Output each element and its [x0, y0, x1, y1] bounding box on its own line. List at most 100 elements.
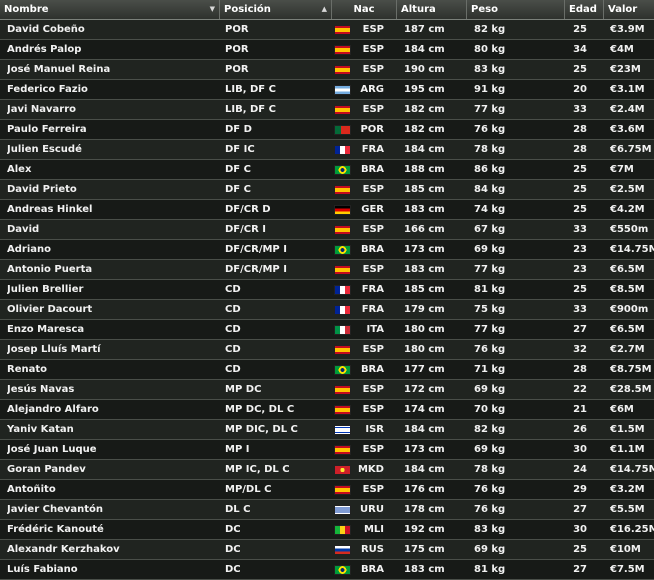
- player-name[interactable]: Andrés Palop: [7, 40, 217, 59]
- player-value: €900m: [610, 304, 649, 315]
- column-header-value-label: Valor: [608, 4, 638, 15]
- column-header-position[interactable]: Posición ▲: [220, 0, 332, 19]
- player-value: €10M: [610, 544, 641, 555]
- player-name[interactable]: Josep Lluís Martí: [7, 340, 217, 359]
- table-row[interactable]: Alexandr Kerzhakov DC RUS 175 cm 69 kg 25 €10M: [0, 540, 654, 560]
- table-row[interactable]: Yaniv Katan MP DIC, DL C ISR 184 cm 82 kg 26 €…: [0, 420, 654, 440]
- column-header-position-label: Posición: [224, 4, 271, 15]
- player-name[interactable]: David Prieto: [7, 180, 217, 199]
- player-name[interactable]: Adriano: [7, 240, 217, 259]
- column-header-name[interactable]: Nombre ▼: [0, 0, 220, 19]
- flag-icon-fill: [335, 446, 350, 454]
- table-row[interactable]: Luís Fabiano DC BRA 183 cm 81 kg 27 €7.5M: [0, 560, 654, 580]
- player-weight: 78 kg: [474, 144, 506, 155]
- table-row[interactable]: Enzo Maresca CD ITA 180 cm 77 kg 27 €6.5M: [0, 320, 654, 340]
- table-row[interactable]: Antonio Puerta DF/CR/MP I ESP 183 cm 77 kg 23…: [0, 260, 654, 280]
- column-header-height[interactable]: Altura: [397, 0, 467, 19]
- player-name[interactable]: David: [7, 220, 217, 239]
- flag-icon-fill: [335, 106, 350, 114]
- column-header-weight[interactable]: Peso: [467, 0, 565, 19]
- player-weight: 78 kg: [474, 464, 506, 475]
- player-position: POR: [225, 64, 249, 75]
- table-row[interactable]: José Manuel Reina POR ESP 190 cm 83 kg 25 €23M: [0, 60, 654, 80]
- player-name[interactable]: Alejandro Alfaro: [7, 400, 217, 419]
- player-name[interactable]: Alex: [7, 160, 217, 179]
- player-name[interactable]: José Manuel Reina: [7, 60, 217, 79]
- table-row[interactable]: David Cobeño POR ESP 187 cm 82 kg 25 €3.9M: [0, 20, 654, 40]
- flag-icon: [334, 165, 351, 175]
- flag-icon: [334, 25, 351, 35]
- table-row[interactable]: David DF/CR I ESP 166 cm 67 kg 33 €550m: [0, 220, 654, 240]
- player-position: DF IC: [225, 144, 255, 155]
- table-row[interactable]: Javier Chevantón DL C URU 178 cm 76 kg 27 €5.5…: [0, 500, 654, 520]
- table-row[interactable]: Federico Fazio LIB, DF C ARG 195 cm 91 kg 20 €…: [0, 80, 654, 100]
- player-height: 184 cm: [404, 144, 445, 155]
- player-name[interactable]: Javi Navarro: [7, 100, 217, 119]
- flag-icon: [334, 385, 351, 395]
- table-row[interactable]: Julien Escudé DF IC FRA 184 cm 78 kg 28 €6.75M: [0, 140, 654, 160]
- table-row[interactable]: José Juan Luque MP I ESP 173 cm 69 kg 30 €1.1M: [0, 440, 654, 460]
- table-row[interactable]: Andreas Hinkel DF/CR D GER 183 cm 74 kg 25 €4.…: [0, 200, 654, 220]
- player-name[interactable]: Julien Escudé: [7, 140, 217, 159]
- table-row[interactable]: Andrés Palop POR ESP 184 cm 80 kg 34 €4M: [0, 40, 654, 60]
- player-name[interactable]: Antonio Puerta: [7, 260, 217, 279]
- player-nationality: FRA: [361, 144, 384, 155]
- player-name[interactable]: Yaniv Katan: [7, 420, 217, 439]
- table-row[interactable]: Adriano DF/CR/MP I BRA 173 cm 69 kg 23 €14.75M: [0, 240, 654, 260]
- player-position: MP I: [225, 444, 250, 455]
- player-name[interactable]: Enzo Maresca: [7, 320, 217, 339]
- player-height: 184 cm: [404, 464, 445, 475]
- player-position: LIB, DF C: [225, 104, 276, 115]
- player-position: DC: [225, 544, 241, 555]
- player-height: 185 cm: [404, 284, 445, 295]
- player-nationality: ESP: [362, 184, 384, 195]
- player-age: 30: [573, 524, 587, 535]
- player-age: 27: [573, 504, 587, 515]
- player-name[interactable]: Antoñito: [7, 480, 217, 499]
- player-weight: 82 kg: [474, 424, 506, 435]
- player-value: €550m: [610, 224, 649, 235]
- column-header-nationality[interactable]: Nac: [332, 0, 397, 19]
- player-name[interactable]: José Juan Luque: [7, 440, 217, 459]
- player-name[interactable]: Paulo Ferreira: [7, 120, 217, 139]
- player-value: €1.5M: [610, 424, 645, 435]
- player-name[interactable]: Andreas Hinkel: [7, 200, 217, 219]
- table-row[interactable]: Antoñito MP/DL C ESP 176 cm 76 kg 29 €3.2M: [0, 480, 654, 500]
- player-nationality: BRA: [360, 564, 384, 575]
- table-row[interactable]: Josep Lluís Martí CD ESP 180 cm 76 kg 32 €2.7M: [0, 340, 654, 360]
- table-row[interactable]: Paulo Ferreira DF D POR 182 cm 76 kg 28 €3.6M: [0, 120, 654, 140]
- table-row[interactable]: Julien Brellier CD FRA 185 cm 81 kg 25 €8.5M: [0, 280, 654, 300]
- player-name[interactable]: Javier Chevantón: [7, 500, 217, 519]
- flag-icon-fill: [335, 566, 350, 574]
- column-header-value[interactable]: Valor: [604, 0, 654, 19]
- player-height: 182 cm: [404, 104, 445, 115]
- player-name[interactable]: Goran Pandev: [7, 460, 217, 479]
- player-height: 174 cm: [404, 404, 445, 415]
- player-name[interactable]: Olivier Dacourt: [7, 300, 217, 319]
- table-row[interactable]: Renato CD BRA 177 cm 71 kg 28 €8.75M: [0, 360, 654, 380]
- player-name[interactable]: Renato: [7, 360, 217, 379]
- table-row[interactable]: Alex DF C BRA 188 cm 86 kg 25 €7M: [0, 160, 654, 180]
- table-row[interactable]: Goran Pandev MP IC, DL C MKD 184 cm 78 kg 24 €…: [0, 460, 654, 480]
- column-header-age[interactable]: Edad: [565, 0, 604, 19]
- table-row[interactable]: Frédéric Kanouté DC MLI 192 cm 83 kg 30 €16.25…: [0, 520, 654, 540]
- player-name[interactable]: Frédéric Kanouté: [7, 520, 217, 539]
- player-name[interactable]: David Cobeño: [7, 20, 217, 39]
- player-name[interactable]: Julien Brellier: [7, 280, 217, 299]
- player-name[interactable]: Federico Fazio: [7, 80, 217, 99]
- player-height: 173 cm: [404, 244, 445, 255]
- table-row[interactable]: Javi Navarro LIB, DF C ESP 182 cm 77 kg 33 €2.…: [0, 100, 654, 120]
- table-row[interactable]: Alejandro Alfaro MP DC, DL C ESP 174 cm 70 k…: [0, 400, 654, 420]
- table-row[interactable]: Olivier Dacourt CD FRA 179 cm 75 kg 33 €900m: [0, 300, 654, 320]
- table-row[interactable]: Jesús Navas MP DC ESP 172 cm 69 kg 22 €28.5M: [0, 380, 654, 400]
- player-position: MP IC, DL C: [225, 464, 290, 475]
- player-age: 32: [573, 344, 587, 355]
- player-name[interactable]: Jesús Navas: [7, 380, 217, 399]
- player-position: DF D: [225, 124, 252, 135]
- player-name[interactable]: Luís Fabiano: [7, 560, 217, 579]
- player-height: 177 cm: [404, 364, 445, 375]
- player-position: DC: [225, 564, 241, 575]
- chevron-down-icon: ▼: [209, 5, 215, 13]
- table-row[interactable]: David Prieto DF C ESP 185 cm 84 kg 25 €2.5M: [0, 180, 654, 200]
- player-name[interactable]: Alexandr Kerzhakov: [7, 540, 217, 559]
